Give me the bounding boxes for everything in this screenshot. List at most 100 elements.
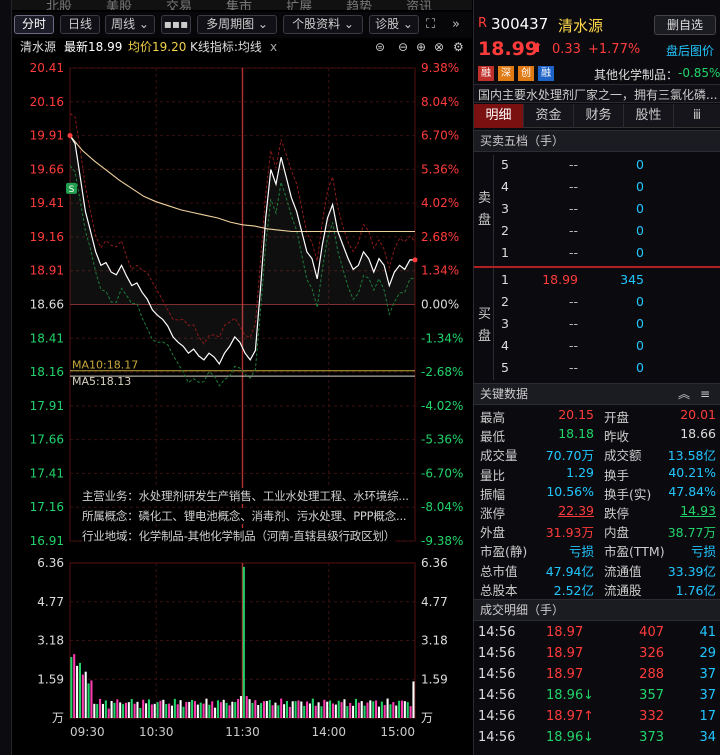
bid-level-row[interactable]: 2 -- 0 [474, 292, 720, 314]
key-label: 成交额 [604, 448, 642, 464]
trade-price: 18.96 [546, 730, 584, 745]
volume-bar [403, 701, 406, 718]
price-change-pct: +1.77% [588, 42, 641, 57]
y-left-tick-label: 17.16 [30, 500, 64, 514]
left-strip [0, 0, 12, 755]
minus-icon[interactable]: ⊖ [398, 38, 408, 56]
tab-weekly[interactable]: 周线 ⌄ [105, 15, 155, 34]
level-volume: 0 [636, 201, 644, 216]
level-number: 5 [501, 157, 509, 172]
trade-volume: 288 [639, 667, 664, 682]
volume-bar [199, 702, 202, 718]
collapse-panel-icon[interactable]: » [452, 16, 460, 33]
y-right-tick-label: -2.68% [421, 365, 463, 379]
detail-tabs: 明细 资金 财务 股性 ⅲ [474, 104, 720, 128]
key-label: 最低 [480, 429, 506, 445]
ask-level-row[interactable]: 1 -- 0 [474, 243, 720, 265]
key-label: 涨停 [480, 506, 506, 521]
bid-level-row[interactable]: 5 -- 0 [474, 358, 720, 380]
nav-item[interactable]: 扩展 [286, 0, 312, 10]
multi-period-button[interactable]: 多周期图 ⌄ [197, 15, 277, 34]
volume-bar [90, 680, 93, 718]
ask-level-row[interactable]: 5 -- 0 [474, 155, 720, 177]
key-value: 20.15 [558, 407, 594, 422]
tab-daily[interactable]: 日线 [60, 15, 100, 34]
orderbook-title: 买卖五档（手） [480, 134, 565, 148]
close-icon[interactable]: ⊗ [434, 38, 444, 56]
key-label: 成交量 [480, 448, 518, 464]
expand-icon[interactable]: ⛶ [426, 16, 435, 33]
volume-bar [119, 702, 122, 718]
tab-finance[interactable]: 财务 [574, 104, 624, 128]
plus-icon[interactable]: ⊕ [416, 38, 426, 56]
bid-level-row[interactable]: 3 -- 0 [474, 314, 720, 336]
nav-item[interactable]: 美股 [106, 0, 132, 10]
remove-watchlist-button[interactable]: 删自选 [654, 15, 716, 35]
sector-label[interactable]: 其他化学制品： [594, 66, 678, 83]
trade-volume: 373 [639, 730, 664, 745]
volume-bar [73, 654, 76, 718]
bid-level-row[interactable]: 4 -- 0 [474, 336, 720, 358]
nav-item[interactable]: 集市 [226, 0, 252, 10]
tab-intraday[interactable]: 分时 [14, 15, 54, 34]
volume-bar [84, 671, 87, 718]
stock-description[interactable]: 国内主要水处理剂厂家之一，拥有三氯化磷... [474, 84, 720, 103]
volume-bar [326, 701, 329, 718]
y-right-tick-label: -6.70% [421, 466, 463, 480]
stock-header: R 300437 清水源 删自选 [474, 14, 720, 36]
volume-bar [76, 665, 79, 718]
stock-info-button[interactable]: 个股资料 ⌄ [283, 15, 363, 34]
nav-item[interactable]: 资讯 [406, 0, 432, 10]
volume-bar [277, 705, 280, 718]
diagnose-button[interactable]: 诊股 ⌄ [369, 15, 419, 34]
key-value: 18.18 [558, 426, 594, 442]
gear-icon[interactable]: ⚙ [453, 38, 464, 56]
key-value: 20.01 [680, 407, 716, 422]
key-value: 13.58亿 [667, 448, 716, 464]
volume-bar [133, 703, 136, 718]
tab-character[interactable]: 股性 [624, 104, 674, 128]
intraday-chart[interactable]: 20.41 9.38% 20.16 8.04% 19.91 6.70% 19.66 5.36%… [12, 56, 472, 755]
level-volume: 0 [636, 316, 644, 331]
trade-row: 14:56 18.96 ↓ 357 37 [474, 686, 720, 707]
volume-bar [162, 699, 165, 718]
settings-circle-icon[interactable]: ⊜ [375, 38, 385, 56]
nav-item[interactable]: 趋势 [346, 0, 372, 10]
volume-bar [168, 703, 171, 718]
x-tick-label: 14:00 [311, 725, 346, 739]
tab-more-icon[interactable]: ⅲ [674, 104, 720, 128]
volume-bar [104, 700, 107, 718]
y-right-tick-label: -9.38% [421, 534, 463, 548]
nav-item[interactable]: 北股 [46, 0, 72, 10]
volume-bar [262, 701, 265, 718]
ask-level-row[interactable]: 2 -- 0 [474, 221, 720, 243]
volume-bar [222, 699, 225, 718]
key-value: 18.66 [680, 426, 716, 442]
tag-row: 融 深 创 融 其他化学制品： -0.85% [474, 65, 720, 83]
ask-level-row[interactable]: 4 -- 0 [474, 177, 720, 199]
level-price: -- [568, 294, 578, 309]
tab-detail[interactable]: 明细 [474, 104, 524, 128]
orderbook-header: 买卖五档（手） [474, 130, 720, 152]
trade-price: 18.97 [546, 625, 584, 640]
more-periods-button[interactable]: ▪▪▪ [161, 15, 191, 34]
stock-code: 300437 [491, 15, 549, 33]
menu-icon[interactable]: ≡ [700, 384, 710, 404]
volume-bar [331, 703, 334, 718]
indicator-close-icon[interactable]: x [270, 38, 277, 56]
level-number: 1 [501, 245, 509, 260]
volume-bar [245, 696, 248, 718]
indicator-label[interactable]: K线指标:均线 [190, 38, 262, 56]
collapse-icon[interactable]: ︽ [678, 384, 690, 404]
y-left-tick-label: 18.91 [30, 264, 64, 278]
after-hours-link[interactable]: 盘后图价 [666, 42, 714, 59]
ask-level-row[interactable]: 3 -- 0 [474, 199, 720, 221]
volume-bar [122, 704, 125, 718]
nav-item[interactable]: 交易 [166, 0, 192, 10]
volume-bar [398, 700, 401, 718]
key-value: 1.29 [566, 464, 594, 480]
bid-level-row[interactable]: 1 18.99 345 [474, 270, 720, 292]
tab-funds[interactable]: 资金 [524, 104, 574, 128]
volume-bar [239, 696, 242, 718]
level-number: 3 [501, 201, 509, 216]
